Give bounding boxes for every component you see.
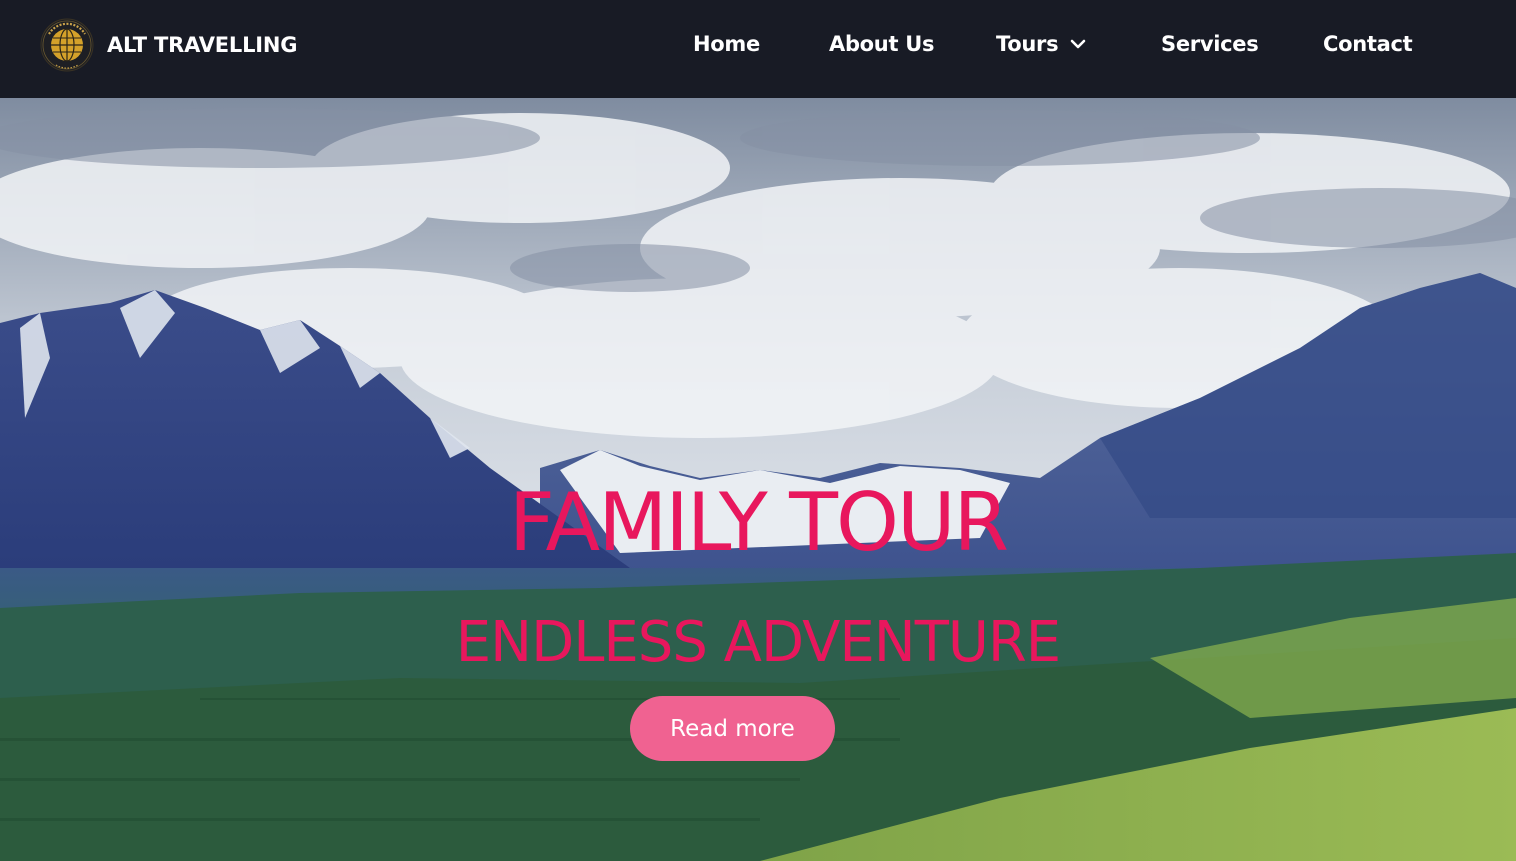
nav-home[interactable]: Home [693,30,760,58]
read-more-button[interactable]: Read more [630,696,835,761]
nav-contact[interactable]: Contact [1323,30,1413,58]
top-navbar: ALT TRAVELLING Home About Us Tours Servi… [0,0,1516,98]
nav-services[interactable]: Services [1161,30,1259,58]
hero-section: FAMILY TOUR ENDLESS ADVENTURE Read more [0,98,1516,861]
hero-subtitle: ENDLESS ADVENTURE [455,610,1061,675]
chevron-down-icon[interactable] [1070,38,1086,50]
brand-name: ALT TRAVELLING [107,33,298,57]
nav-about-us[interactable]: About Us [829,30,934,58]
globe-logo-icon [40,18,94,72]
hero-title: FAMILY TOUR [508,476,1009,569]
nav-tours-label: Tours [996,32,1059,56]
brand[interactable]: ALT TRAVELLING [40,18,298,72]
nav-tours[interactable]: Tours [996,30,1086,58]
